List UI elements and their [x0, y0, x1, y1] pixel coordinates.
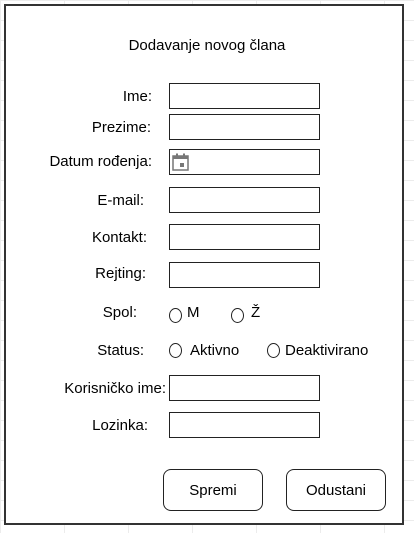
korisnicko-ime-field-box	[169, 375, 320, 401]
email-field-box	[169, 187, 320, 213]
lozinka-input[interactable]	[170, 413, 319, 437]
spol-radio-z[interactable]	[231, 308, 244, 323]
datum-rodjenja-field[interactable]	[169, 149, 320, 175]
prezime-input[interactable]	[170, 115, 319, 139]
korisnicko-ime-input[interactable]	[170, 376, 319, 400]
save-button[interactable]: Spremi	[163, 469, 263, 511]
label-lozinka: Lozinka:	[92, 417, 148, 434]
spol-option-m-label: M	[187, 304, 200, 321]
kontakt-input[interactable]	[170, 225, 319, 249]
label-email: E-mail:	[97, 192, 144, 209]
label-spol: Spol:	[102, 304, 137, 321]
label-datum-rodjenja: Datum rođenja:	[49, 153, 152, 170]
spol-radio-m[interactable]	[169, 308, 182, 323]
label-korisnicko-ime: Korisničko ime:	[64, 380, 166, 397]
label-ime: Ime:	[122, 88, 152, 105]
ime-input[interactable]	[170, 84, 319, 108]
ime-field-box	[169, 83, 320, 109]
prezime-field-box	[169, 114, 320, 140]
label-rejting: Rejting:	[95, 265, 146, 282]
status-option-deaktivirano-label: Deaktivirano	[285, 342, 369, 359]
rejting-field-box	[169, 262, 320, 288]
label-status: Status:	[97, 342, 144, 359]
form-title: Dodavanje novog člana	[128, 37, 286, 54]
status-option-aktivno-label: Aktivno	[190, 342, 240, 359]
status-radio-deaktivirano[interactable]	[267, 343, 280, 358]
lozinka-field-box	[169, 412, 320, 438]
label-kontakt: Kontakt:	[91, 229, 147, 246]
spol-option-z-label: Ž	[251, 304, 261, 321]
cancel-button[interactable]: Odustani	[286, 469, 386, 511]
email-input[interactable]	[170, 188, 319, 212]
rejting-input[interactable]	[170, 263, 319, 287]
status-radio-aktivno[interactable]	[169, 343, 182, 358]
label-prezime: Prezime:	[91, 119, 151, 136]
kontakt-field-box	[169, 224, 320, 250]
calendar-icon[interactable]	[172, 153, 189, 171]
